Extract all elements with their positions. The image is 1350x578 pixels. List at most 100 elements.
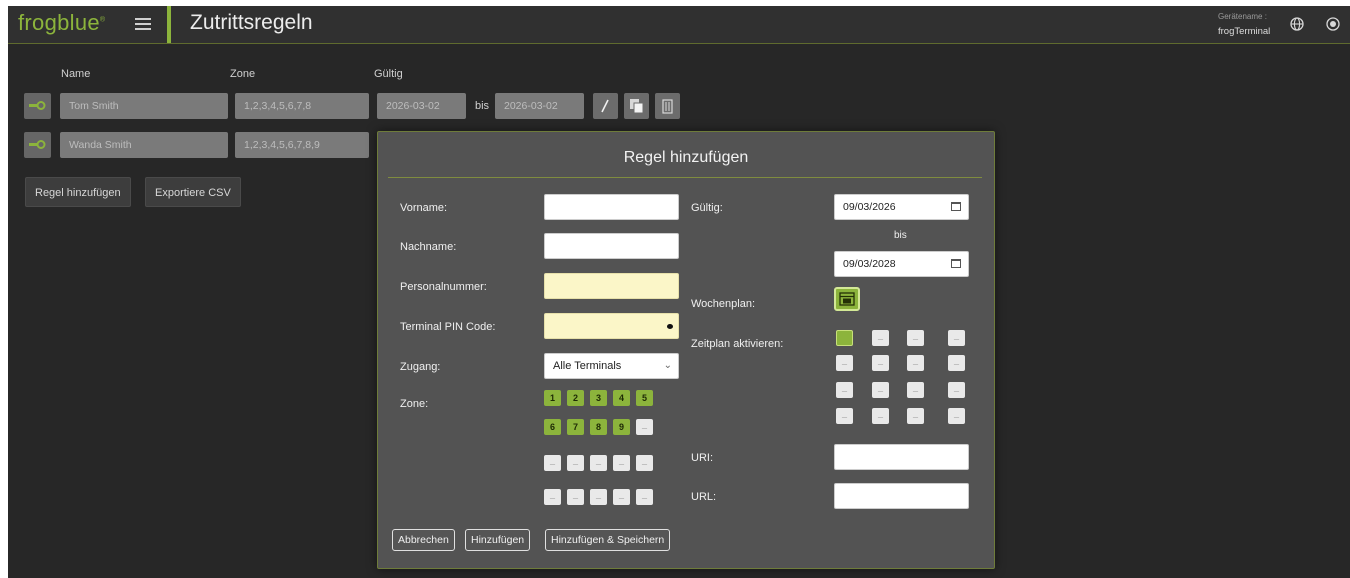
calendar-icon bbox=[839, 292, 855, 306]
add-rule-dialog: Regel hinzufügen Vorname: Nachname: Pers… bbox=[377, 131, 995, 569]
dialog-title: Regel hinzufügen bbox=[623, 149, 749, 166]
device-name-value: frogTerminal bbox=[1218, 26, 1271, 37]
pin-code-label: Terminal PIN Code: bbox=[400, 321, 496, 333]
table-row: Tom Smith 1,2,3,4,5,6,7,8 2026-03-02 bis… bbox=[8, 93, 708, 121]
row-valid-to-field[interactable]: 2026-03-02 bbox=[495, 93, 584, 119]
personalnummer-input[interactable] bbox=[544, 273, 679, 299]
edit-button[interactable] bbox=[593, 93, 618, 119]
rule-toggle-button[interactable] bbox=[24, 93, 51, 119]
schedule-slot-button[interactable] bbox=[907, 380, 924, 398]
calendar-icon[interactable] bbox=[951, 202, 961, 211]
schedule-slot-button[interactable] bbox=[907, 353, 924, 371]
schedule-slot-active-button[interactable] bbox=[836, 330, 853, 346]
valid-from-date-input[interactable]: 09/03/2026 bbox=[834, 194, 969, 220]
copy-icon bbox=[630, 99, 644, 114]
zone-label: Zone: bbox=[400, 398, 429, 410]
add-rule-button[interactable]: Regel hinzufügen bbox=[25, 177, 131, 207]
row-name-field[interactable]: Wanda Smith bbox=[60, 132, 228, 158]
zone-4-button[interactable]: 4 bbox=[613, 390, 630, 406]
valid-to-date-input[interactable]: 09/03/2028 bbox=[834, 251, 969, 277]
dialog-divider bbox=[388, 177, 982, 178]
pencil-icon bbox=[601, 99, 609, 113]
key-icon bbox=[29, 140, 46, 149]
nachname-label: Nachname: bbox=[400, 241, 457, 253]
zone-button[interactable] bbox=[590, 487, 607, 505]
zugang-label: Zugang: bbox=[400, 361, 441, 373]
add-and-save-button[interactable]: Hinzufügen & Speichern bbox=[545, 529, 671, 551]
vorname-input[interactable] bbox=[544, 194, 679, 220]
globe-icon[interactable] bbox=[1290, 17, 1304, 31]
zone-button[interactable] bbox=[636, 417, 653, 435]
schedule-slot-button[interactable] bbox=[872, 328, 889, 346]
zone-button[interactable] bbox=[613, 487, 630, 505]
valid-to-value: 09/03/2028 bbox=[843, 258, 896, 270]
export-csv-button[interactable]: Exportiere CSV bbox=[145, 177, 241, 207]
zone-button[interactable] bbox=[544, 487, 561, 505]
power-icon[interactable] bbox=[1326, 17, 1340, 31]
valid-bis-label: bis bbox=[894, 230, 907, 241]
copy-button[interactable] bbox=[624, 93, 649, 119]
zeitplan-label: Zeitplan aktivieren: bbox=[691, 338, 784, 350]
zone-button[interactable] bbox=[613, 453, 630, 471]
zone-button[interactable] bbox=[636, 487, 653, 505]
rule-toggle-button[interactable] bbox=[24, 132, 51, 158]
add-button[interactable]: Hinzufügen bbox=[465, 529, 531, 551]
top-bar: frogblue® Zutrittsregeln Gerätename : fr… bbox=[8, 6, 1350, 44]
gueltig-label: Gültig: bbox=[691, 202, 723, 214]
zone-8-button[interactable]: 8 bbox=[590, 419, 607, 435]
valid-from-value: 09/03/2026 bbox=[843, 201, 896, 213]
row-valid-from-field[interactable]: 2026-03-02 bbox=[377, 93, 466, 119]
row-zone-field[interactable]: 1,2,3,4,5,6,7,8,9 bbox=[235, 132, 369, 158]
column-header-name: Name bbox=[61, 68, 91, 80]
schedule-slot-button[interactable] bbox=[948, 380, 965, 398]
accent-divider bbox=[167, 6, 171, 43]
zone-7-button[interactable]: 7 bbox=[567, 419, 584, 435]
schedule-slot-button[interactable] bbox=[836, 380, 853, 398]
uri-input[interactable] bbox=[834, 444, 969, 470]
row-bis-label: bis bbox=[475, 100, 490, 112]
hamburger-menu-icon[interactable] bbox=[135, 18, 151, 30]
zone-9-button[interactable]: 9 bbox=[613, 419, 630, 435]
zone-button[interactable] bbox=[567, 487, 584, 505]
zugang-select[interactable]: Alle Terminals ⌄ bbox=[544, 353, 679, 379]
uri-label: URI: bbox=[691, 452, 713, 464]
zone-button[interactable] bbox=[590, 453, 607, 471]
schedule-slot-button[interactable] bbox=[836, 353, 853, 371]
schedule-slot-button[interactable] bbox=[907, 328, 924, 346]
zone-1-button[interactable]: 1 bbox=[544, 390, 561, 406]
schedule-slot-button[interactable] bbox=[948, 353, 965, 371]
column-header-valid: Gültig bbox=[374, 68, 403, 80]
zone-3-button[interactable]: 3 bbox=[590, 390, 607, 406]
url-input[interactable] bbox=[834, 483, 969, 509]
url-label: URL: bbox=[691, 491, 717, 503]
schedule-slot-button[interactable] bbox=[872, 406, 889, 424]
schedule-slot-button[interactable] bbox=[872, 353, 889, 371]
cancel-button[interactable]: Abbrechen bbox=[392, 529, 455, 551]
nachname-input[interactable] bbox=[544, 233, 679, 259]
pin-code-input[interactable] bbox=[544, 313, 679, 339]
zugang-selected-value: Alle Terminals bbox=[553, 360, 622, 372]
calendar-icon[interactable] bbox=[951, 259, 961, 268]
key-icon bbox=[29, 101, 46, 110]
show-password-icon[interactable] bbox=[667, 324, 673, 329]
zone-2-button[interactable]: 2 bbox=[567, 390, 584, 406]
trash-icon bbox=[662, 99, 673, 114]
weekly-schedule-button[interactable] bbox=[834, 287, 860, 311]
zone-5-button[interactable]: 5 bbox=[636, 390, 653, 406]
zone-button[interactable] bbox=[544, 453, 561, 471]
schedule-slot-button[interactable] bbox=[836, 406, 853, 424]
zone-6-button[interactable]: 6 bbox=[544, 419, 561, 435]
schedule-slot-button[interactable] bbox=[948, 328, 965, 346]
schedule-slot-button[interactable] bbox=[872, 380, 889, 398]
frogblue-logo: frogblue® bbox=[18, 10, 106, 35]
row-name-field[interactable]: Tom Smith bbox=[60, 93, 228, 119]
row-zone-field[interactable]: 1,2,3,4,5,6,7,8 bbox=[235, 93, 369, 119]
zone-button[interactable] bbox=[567, 453, 584, 471]
page-title: Zutrittsregeln bbox=[190, 11, 313, 34]
zone-button[interactable] bbox=[636, 453, 653, 471]
schedule-slot-button[interactable] bbox=[907, 406, 924, 424]
vorname-label: Vorname: bbox=[400, 202, 448, 214]
delete-button[interactable] bbox=[655, 93, 680, 119]
schedule-slot-button[interactable] bbox=[948, 406, 965, 424]
wochenplan-label: Wochenplan: bbox=[691, 298, 756, 310]
